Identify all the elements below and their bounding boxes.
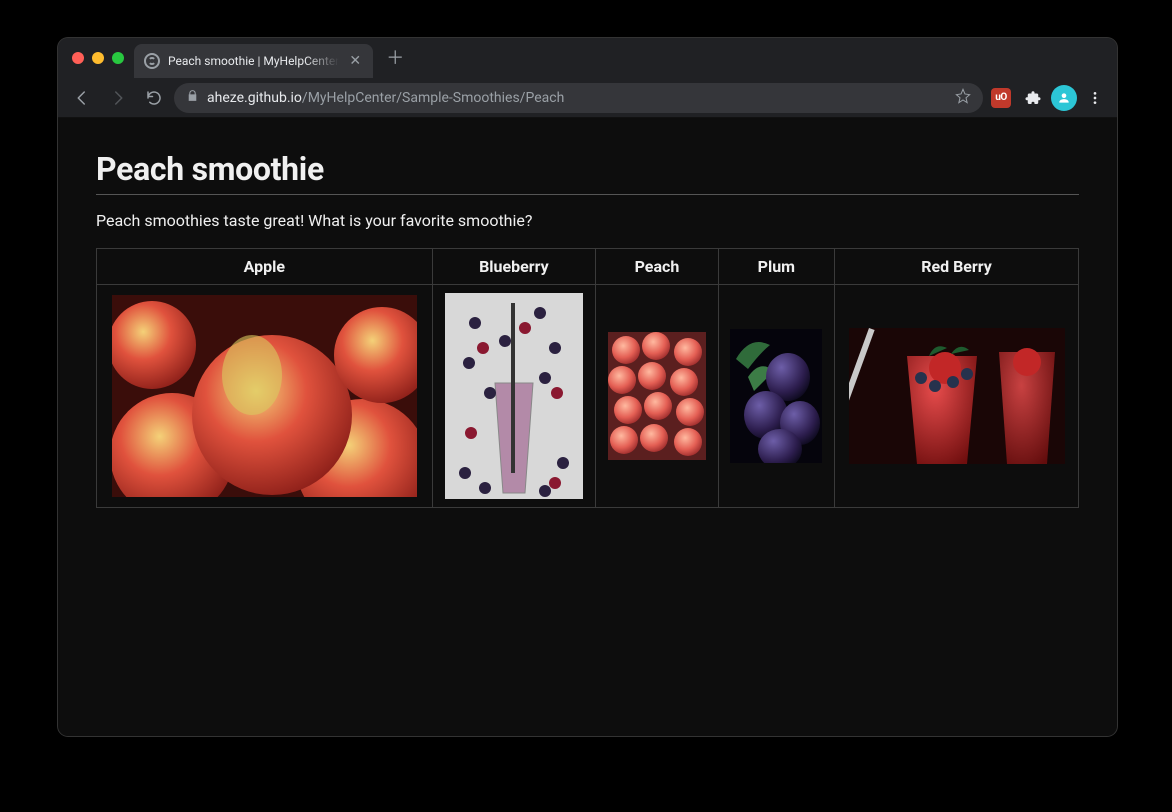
col-header-redberry: Red Berry — [835, 249, 1079, 285]
cell-redberry — [835, 285, 1079, 508]
forward-button[interactable] — [102, 82, 134, 114]
person-icon — [1057, 91, 1071, 105]
close-tab-button[interactable]: ✕ — [347, 53, 363, 69]
ublock-extension[interactable]: uO — [987, 84, 1015, 112]
traffic-lights — [68, 52, 134, 64]
peach-image — [608, 332, 706, 460]
reload-icon — [145, 89, 163, 107]
plum-image — [730, 329, 822, 463]
bookmark-button[interactable] — [955, 88, 971, 108]
smoothie-table: Apple Blueberry Peach Plum Red Berry — [96, 248, 1079, 508]
browser-tab-active[interactable]: Peach smoothie | MyHelpCenter ✕ — [134, 44, 373, 78]
tab-title: Peach smoothie | MyHelpCenter — [168, 54, 339, 68]
col-header-peach: Peach — [596, 249, 718, 285]
url-host: aheze.github.io — [207, 90, 302, 106]
browser-toolbar: aheze.github.io/MyHelpCenter/Sample-Smoo… — [58, 78, 1117, 118]
page-title: Peach smoothie — [96, 150, 1079, 188]
extensions-button[interactable] — [1019, 84, 1047, 112]
col-header-plum: Plum — [718, 249, 834, 285]
tab-strip: Peach smoothie | MyHelpCenter ✕ ＋ — [58, 38, 1117, 78]
window-close-button[interactable] — [72, 52, 84, 64]
back-button[interactable] — [66, 82, 98, 114]
browser-window: Peach smoothie | MyHelpCenter ✕ ＋ aheze.… — [58, 38, 1117, 736]
arrow-right-icon — [109, 89, 127, 107]
cell-peach — [596, 285, 718, 508]
new-tab-button[interactable]: ＋ — [381, 43, 409, 71]
address-url: aheze.github.io/MyHelpCenter/Sample-Smoo… — [207, 90, 947, 106]
divider — [96, 194, 1079, 195]
globe-icon — [144, 53, 160, 69]
lock-icon — [186, 89, 199, 106]
cell-blueberry — [432, 285, 596, 508]
window-zoom-button[interactable] — [112, 52, 124, 64]
url-path: /MyHelpCenter/Sample-Smoothies/Peach — [302, 90, 564, 106]
page-content: Peach smoothie Peach smoothies taste gre… — [58, 118, 1117, 736]
apple-image — [112, 295, 417, 497]
ublock-icon: uO — [991, 88, 1011, 108]
kebab-menu-button[interactable] — [1081, 84, 1109, 112]
arrow-left-icon — [73, 89, 91, 107]
intro-text: Peach smoothies taste great! What is you… — [96, 211, 1079, 230]
redberry-image — [849, 328, 1065, 464]
cell-plum — [718, 285, 834, 508]
dots-vertical-icon — [1087, 90, 1103, 106]
profile-button[interactable] — [1051, 85, 1077, 111]
cell-apple — [97, 285, 433, 508]
blueberry-image — [445, 293, 583, 499]
col-header-blueberry: Blueberry — [432, 249, 596, 285]
address-bar[interactable]: aheze.github.io/MyHelpCenter/Sample-Smoo… — [174, 83, 983, 113]
col-header-apple: Apple — [97, 249, 433, 285]
reload-button[interactable] — [138, 82, 170, 114]
window-minimize-button[interactable] — [92, 52, 104, 64]
puzzle-icon — [1024, 89, 1042, 107]
